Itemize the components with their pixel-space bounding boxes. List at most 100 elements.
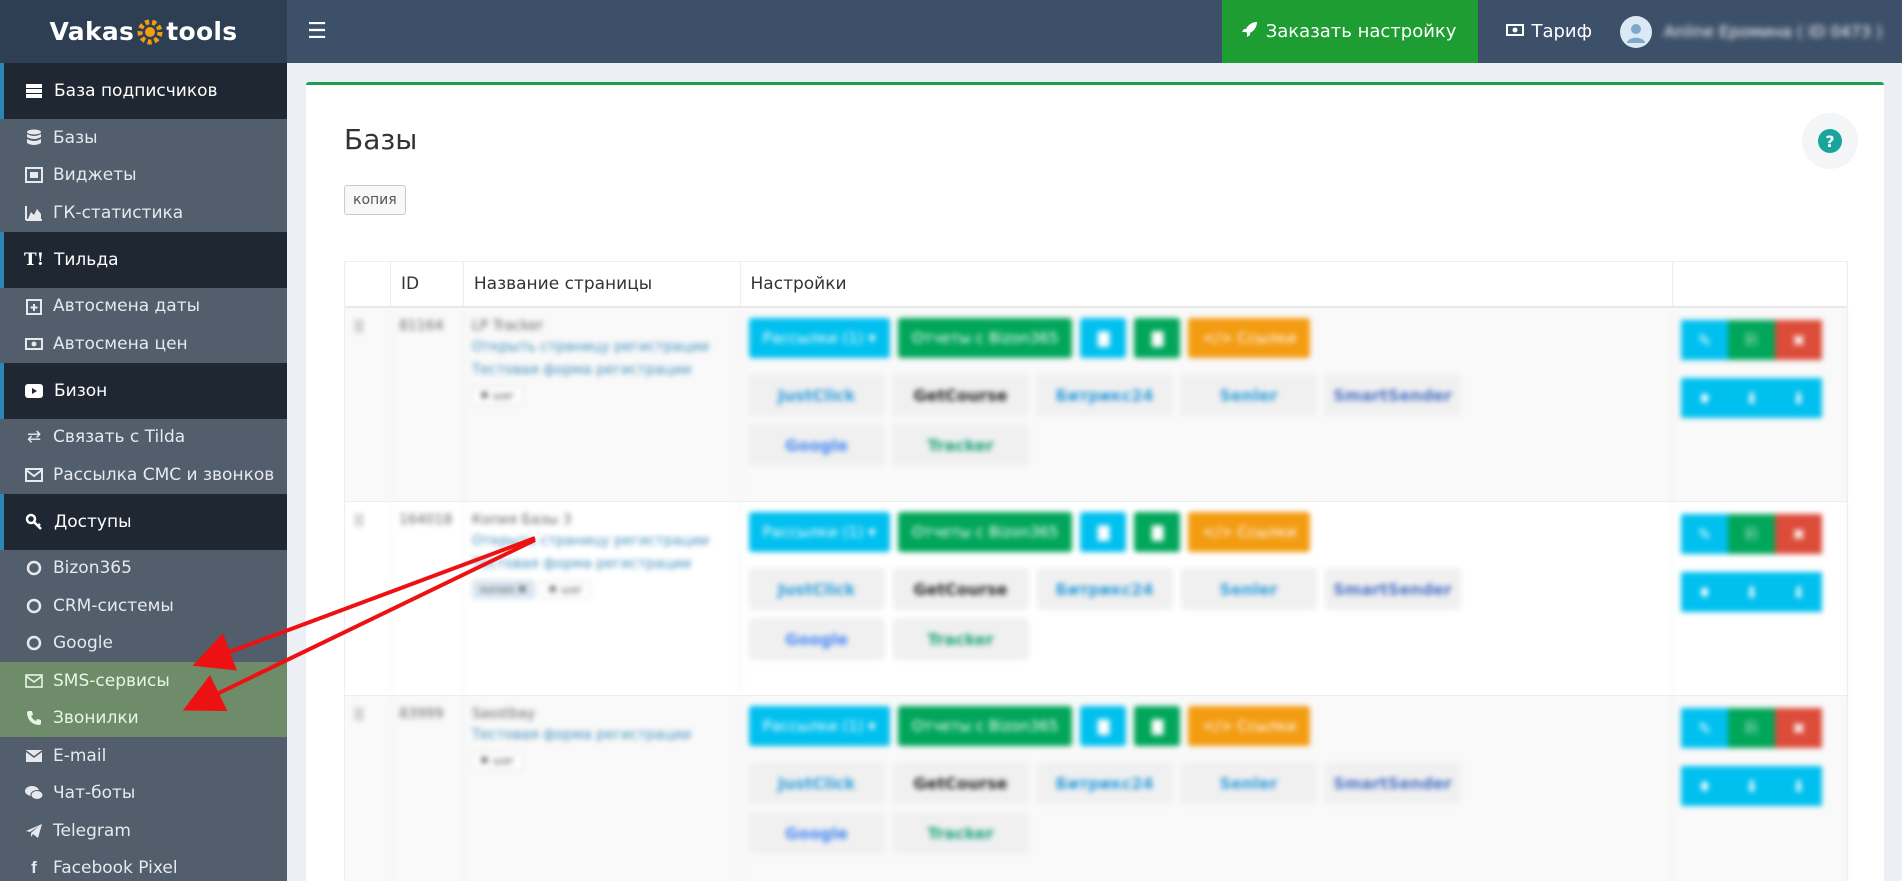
- mailings-button[interactable]: Рассылки (1) ▾: [748, 512, 890, 552]
- copy-icon[interactable]: ⎘: [1728, 708, 1776, 748]
- service-getcourse[interactable]: GetCourse: [892, 374, 1029, 416]
- sidebar-item-sms-services[interactable]: SMS-сервисы: [0, 662, 287, 700]
- service-tracker[interactable]: Tracker: [892, 812, 1029, 854]
- sidebar-item-link-tilda[interactable]: ⇄ Связать с Tilda: [0, 419, 287, 457]
- chart-button[interactable]: ▇: [1134, 318, 1181, 358]
- service-senler[interactable]: Senler: [1180, 568, 1317, 610]
- sidebar-item-telegram[interactable]: Telegram: [0, 812, 287, 850]
- sidebar-item-bases[interactable]: Базы: [0, 119, 287, 157]
- column-header-page-name: Название страницы: [464, 262, 741, 306]
- bizon-reports-button[interactable]: Отчеты с Bizon365: [897, 706, 1073, 746]
- open-registration-link[interactable]: Открыть страницу регистрации: [472, 531, 732, 551]
- drag-handle-icon[interactable]: ⠿: [345, 696, 391, 881]
- links-button[interactable]: </> Ссылки: [1188, 318, 1311, 358]
- help-button[interactable]: ?: [1802, 113, 1858, 169]
- open-registration-link[interactable]: Открыть страницу регистрации: [472, 337, 732, 357]
- drag-handle-icon[interactable]: ⠿: [345, 502, 391, 695]
- service-bitrix24[interactable]: Битрикс24: [1036, 568, 1173, 610]
- user-menu[interactable]: Anline Еромина ( ID 0473 ): [1620, 0, 1902, 63]
- mailings-button[interactable]: Рассылки (1) ▾: [748, 706, 890, 746]
- row-tag[interactable]: ✖ шаг: [540, 580, 592, 599]
- facebook-icon: f: [31, 858, 37, 878]
- sidebar-item-chatbots[interactable]: Чат-боты: [0, 775, 287, 813]
- row-name-cell: Sasstbay Тестовая форма регистрации ✖ ша…: [464, 696, 741, 881]
- download-icon[interactable]: ⬇: [1728, 378, 1776, 418]
- sidebar-item-crm[interactable]: CRM-системы: [0, 587, 287, 625]
- tariff-link[interactable]: Тариф: [1478, 0, 1620, 63]
- sidebar-section-access[interactable]: Доступы: [0, 493, 287, 550]
- table-row: ⠿ 164018 Копия Базы 3 Открыть страницу р…: [345, 502, 1847, 696]
- sidebar-item-google[interactable]: Google: [0, 625, 287, 663]
- service-senler[interactable]: Senler: [1180, 374, 1317, 416]
- bizon-reports-button[interactable]: Отчеты с Bizon365: [897, 318, 1073, 358]
- copy-icon[interactable]: ⎘: [1728, 514, 1776, 554]
- download-icon[interactable]: ⬇: [1775, 378, 1823, 418]
- row-tag[interactable]: копия ✖: [471, 580, 535, 599]
- delete-icon[interactable]: ✖: [1775, 514, 1823, 554]
- sidebar-item-bizon365[interactable]: Bizon365: [0, 550, 287, 588]
- service-getcourse[interactable]: GetCourse: [892, 568, 1029, 610]
- sidebar-item-callers[interactable]: Звонилки: [0, 699, 287, 737]
- download-icon[interactable]: ⬇: [1728, 572, 1776, 612]
- service-justclick[interactable]: JustClick: [748, 762, 885, 804]
- service-getcourse[interactable]: GetCourse: [892, 762, 1029, 804]
- sidebar-item-auto-date[interactable]: Автосмена даты: [0, 288, 287, 326]
- service-tracker[interactable]: Tracker: [892, 618, 1029, 660]
- question-icon: ?: [1818, 129, 1842, 153]
- service-smartsender[interactable]: SmartSender: [1324, 762, 1461, 804]
- delete-icon[interactable]: ✖: [1775, 708, 1823, 748]
- service-senler[interactable]: Senler: [1180, 762, 1317, 804]
- download-icon[interactable]: ⬇: [1728, 766, 1776, 806]
- copy-filter-button[interactable]: копия: [344, 185, 406, 215]
- chart-button[interactable]: ▇: [1134, 512, 1181, 552]
- test-form-link[interactable]: Тестовая форма регистрации: [472, 554, 732, 574]
- drag-handle-icon[interactable]: ⠿: [345, 308, 391, 501]
- service-justclick[interactable]: JustClick: [748, 568, 885, 610]
- links-button[interactable]: </> Ссылки: [1188, 706, 1311, 746]
- service-bitrix24[interactable]: Битрикс24: [1036, 374, 1173, 416]
- download-icon[interactable]: ⬇: [1775, 766, 1823, 806]
- service-smartsender[interactable]: SmartSender: [1324, 568, 1461, 610]
- chart-button[interactable]: ▇: [1080, 318, 1127, 358]
- chart-button[interactable]: ▇: [1080, 512, 1127, 552]
- sidebar-section-subscribers[interactable]: База подписчиков: [0, 63, 287, 119]
- copy-icon[interactable]: ⎘: [1728, 320, 1776, 360]
- shirt-icon[interactable]: ♦: [1681, 766, 1729, 806]
- sidebar-item-label: Связать с Tilda: [53, 427, 186, 448]
- shirt-icon[interactable]: ♦: [1681, 572, 1729, 612]
- sidebar-item-auto-price[interactable]: Автосмена цен: [0, 325, 287, 363]
- order-setup-button[interactable]: Заказать настройку: [1221, 0, 1479, 63]
- logo[interactable]: Vakas tools: [0, 0, 287, 63]
- chart-button[interactable]: ▇: [1134, 706, 1181, 746]
- sidebar-item-facebook-pixel[interactable]: f Facebook Pixel: [0, 850, 287, 881]
- chat-icon: [24, 785, 44, 801]
- bizon-reports-button[interactable]: Отчеты с Bizon365: [897, 512, 1073, 552]
- sidebar-section-bizon[interactable]: Бизон: [0, 362, 287, 419]
- mailings-button[interactable]: Рассылки (1) ▾: [748, 318, 890, 358]
- edit-icon[interactable]: ✎: [1681, 708, 1729, 748]
- test-form-link[interactable]: Тестовая форма регистрации: [472, 725, 732, 745]
- sidebar-section-tilda[interactable]: T! Тильда: [0, 231, 287, 288]
- service-google[interactable]: Google: [748, 424, 885, 466]
- service-tracker[interactable]: Tracker: [892, 424, 1029, 466]
- chart-button[interactable]: ▇: [1080, 706, 1127, 746]
- service-google[interactable]: Google: [748, 618, 885, 660]
- sidebar-item-widgets[interactable]: Виджеты: [0, 157, 287, 195]
- edit-icon[interactable]: ✎: [1681, 320, 1729, 360]
- shirt-icon[interactable]: ♦: [1681, 378, 1729, 418]
- service-google[interactable]: Google: [748, 812, 885, 854]
- download-icon[interactable]: ⬇: [1775, 572, 1823, 612]
- row-tag[interactable]: ✖ шаг: [471, 751, 524, 770]
- sidebar-item-gk-stats[interactable]: ГК-статистика: [0, 194, 287, 232]
- row-tag[interactable]: ✖ шаг: [471, 386, 524, 405]
- sidebar-item-sms-calls[interactable]: Рассылка СМС и звонков: [0, 456, 287, 494]
- delete-icon[interactable]: ✖: [1775, 320, 1823, 360]
- menu-toggle-icon[interactable]: ☰: [287, 0, 347, 63]
- service-justclick[interactable]: JustClick: [748, 374, 885, 416]
- service-smartsender[interactable]: SmartSender: [1324, 374, 1461, 416]
- service-bitrix24[interactable]: Битрикс24: [1036, 762, 1173, 804]
- edit-icon[interactable]: ✎: [1681, 514, 1729, 554]
- sidebar-item-email[interactable]: E-mail: [0, 737, 287, 775]
- links-button[interactable]: </> Ссылки: [1188, 512, 1311, 552]
- test-form-link[interactable]: Тестовая форма регистрации: [472, 360, 732, 380]
